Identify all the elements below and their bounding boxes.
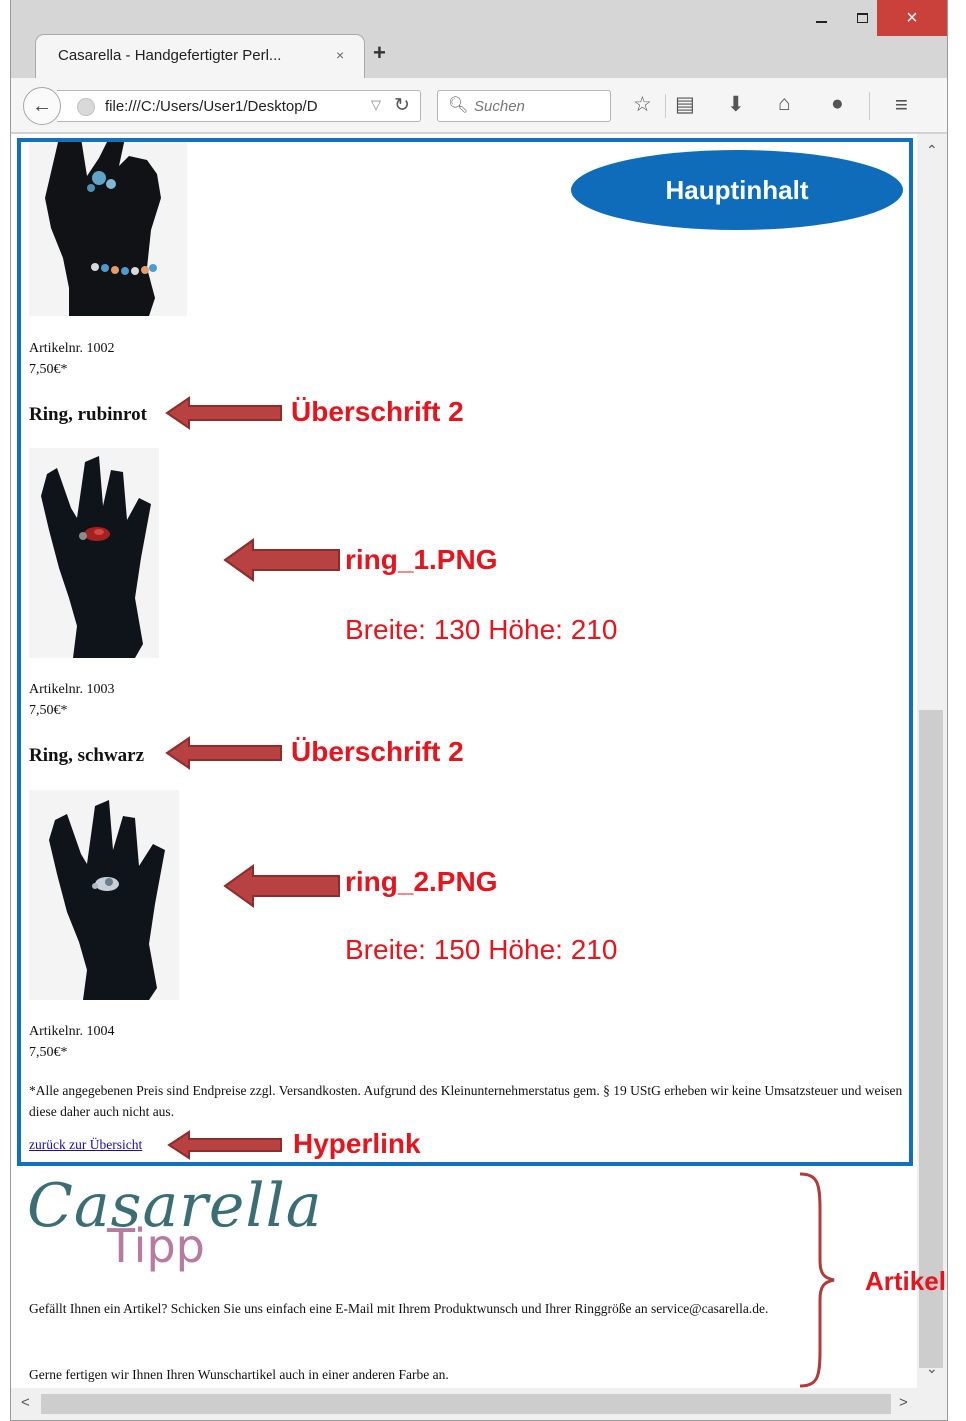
close-icon: × [906,6,918,29]
vertical-scrollbar[interactable]: ⌃ ⌄ [917,134,947,1388]
back-button[interactable]: ← [23,87,61,125]
logo-tipp: Tipp [107,1219,205,1273]
browser-tab[interactable]: Casarella - Handgefertigter Perl... × [35,34,365,78]
minimize-button[interactable] [801,0,841,36]
download-icon[interactable]: ⬇ [727,92,745,117]
annotation-arrow [167,1130,283,1160]
scroll-left-icon[interactable]: < [21,1394,30,1411]
annotation-ueberschrift-2: Überschrift 2 [291,736,464,767]
page-viewport: Artikelnr. 1002 7,50€* Ring, rubinrot Ar… [11,134,917,1388]
annotation-brace [796,1170,836,1390]
main-content-frame [17,138,913,1166]
annotation-ring-1-file: ring_1.PNG [345,544,498,575]
history-dropdown-icon[interactable]: ▽ [371,97,381,113]
search-placeholder: Suchen [474,98,525,115]
horizontal-scroll-thumb[interactable] [41,1394,891,1414]
reload-icon[interactable]: ↻ [394,94,410,117]
url-text[interactable]: file:///C:/Users/User1/Desktop/D [105,98,367,115]
new-tab-button[interactable]: + [373,40,386,66]
globe-icon [77,98,95,116]
horizontal-scrollbar[interactable]: < > [11,1388,947,1420]
annotation-arrow [165,396,283,430]
tip-text-email: Gefällt Ihnen ein Artikel? Schicken Sie … [29,1301,769,1316]
url-bar[interactable]: file:///C:/Users/User1/Desktop/D ▽ ↻ [57,90,421,122]
annotation-arrow [223,864,341,908]
search-icon: 🔍︎ [448,97,469,114]
title-bar: × Casarella - Handgefertigter Perl... × … [11,0,947,78]
menu-icon[interactable]: ≡ [895,92,908,118]
tab-title: Casarella - Handgefertigter Perl... [58,47,282,64]
scroll-down-icon[interactable]: ⌄ [926,1360,938,1377]
star-icon[interactable]: ☆ [633,92,652,117]
annotation-ring-2-file: ring_2.PNG [345,866,498,897]
tip-text-color: Gerne fertigen wir Ihnen Ihren Wunschart… [29,1367,449,1382]
home-icon[interactable]: ⌂ [778,92,791,116]
annotation-hauptinhalt: Hauptinhalt [571,150,903,230]
navigation-toolbar: file:///C:/Users/User1/Desktop/D ▽ ↻ ← 🔍… [11,78,947,133]
tab-close-icon[interactable]: × [336,47,344,63]
annotation-hyperlink: Hyperlink [293,1128,421,1159]
scroll-up-icon[interactable]: ⌃ [926,142,938,159]
annotation-ring-1-size: Breite: 130 Höhe: 210 [345,614,618,645]
annotation-arrow [165,736,283,770]
toolbar-divider [869,92,870,120]
minimize-icon [815,21,827,23]
annotation-ueberschrift-2: Überschrift 2 [291,396,464,427]
chat-icon[interactable]: ● [831,92,844,116]
maximize-button[interactable] [843,0,881,36]
close-window-button[interactable]: × [877,0,947,36]
annotation-ring-2-size: Breite: 150 Höhe: 210 [345,934,618,965]
back-icon: ← [32,94,52,117]
reading-list-icon[interactable]: ▤ [675,92,695,117]
scroll-right-icon[interactable]: > [899,1394,908,1411]
search-bar[interactable]: 🔍︎ Suchen [437,90,611,122]
annotation-arrow [223,538,341,582]
toolbar-divider [665,94,666,118]
maximize-icon [856,13,868,23]
annotation-artikel: Artikel [865,1266,946,1296]
